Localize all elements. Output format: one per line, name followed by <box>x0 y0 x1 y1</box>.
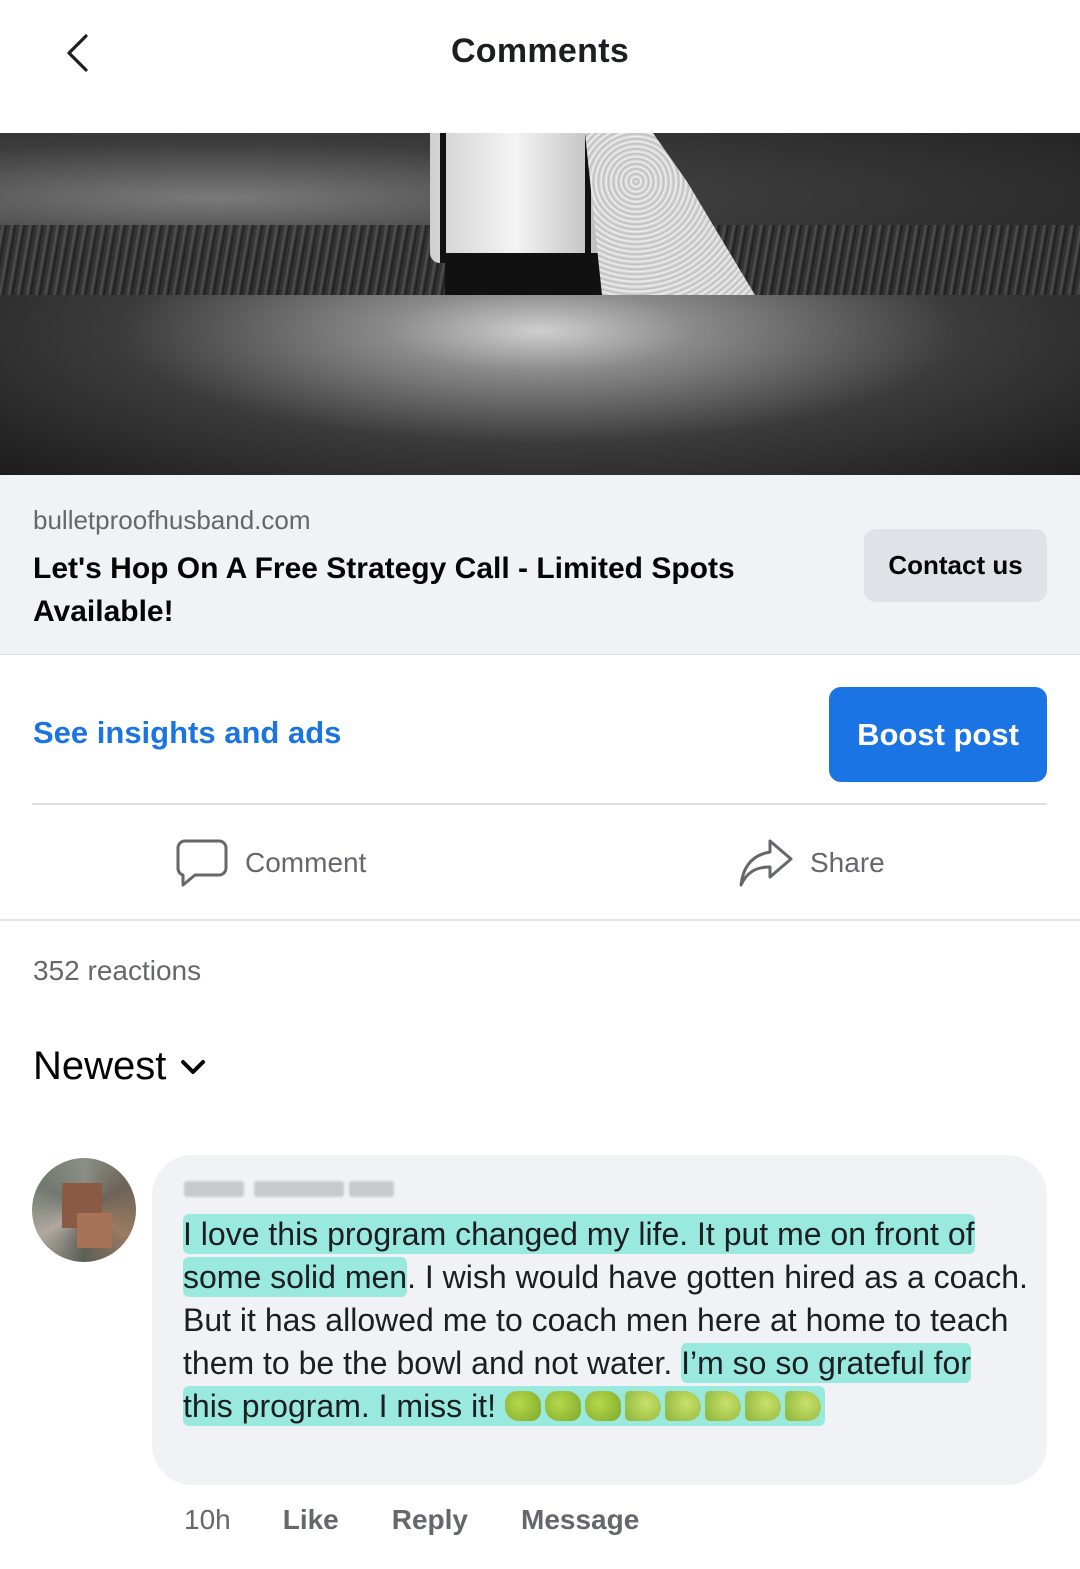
comment-author-redacted[interactable] <box>184 1173 394 1203</box>
flexed-biceps-emoji-icon <box>744 1391 781 1421</box>
reactions-count[interactable]: 352 reactions <box>33 955 201 987</box>
link-title: Let's Hop On A Free Strategy Call - Limi… <box>33 552 735 628</box>
flexed-biceps-emoji-icon <box>704 1391 741 1421</box>
sort-label: Newest <box>33 1044 167 1088</box>
boost-post-button[interactable]: Boost post <box>829 687 1047 782</box>
contact-us-button[interactable]: Contact us <box>864 529 1047 602</box>
flexed-fist-emoji-icon <box>544 1391 581 1421</box>
comment-label: Comment <box>245 847 367 878</box>
see-insights-link[interactable]: See insights and ads <box>33 715 341 751</box>
flexed-biceps-emoji-icon <box>784 1391 821 1421</box>
post-image[interactable] <box>0 133 1080 475</box>
message-button[interactable]: Message <box>521 1504 639 1536</box>
insights-row: See insights and ads Boost post <box>0 655 1080 803</box>
page-title: Comments <box>450 32 630 70</box>
comment-text: I love this program changed my life. It … <box>183 1213 1028 1428</box>
sort-dropdown[interactable]: Newest <box>33 1044 206 1089</box>
comment-timestamp: 10h <box>184 1504 231 1535</box>
link-domain: bulletproofhusband.com <box>33 505 311 535</box>
comment-meta-row: 10h Like Reply Message <box>184 1500 692 1540</box>
wedding-photo <box>0 133 1080 295</box>
avatar[interactable] <box>32 1158 136 1262</box>
post-actions: Comment Share <box>0 805 1080 920</box>
comment-bubble-icon <box>176 839 228 887</box>
blurred-image-region <box>0 295 1080 475</box>
top-bar: Comments <box>0 0 1080 110</box>
share-label: Share <box>810 847 885 878</box>
comment-bubble: I love this program changed my life. It … <box>152 1155 1047 1485</box>
like-button[interactable]: Like <box>283 1504 339 1536</box>
share-button[interactable]: Share <box>738 833 885 893</box>
chevron-down-icon <box>181 1059 206 1074</box>
flexed-biceps-emoji-icon <box>664 1391 701 1421</box>
share-arrow-icon <box>739 839 793 887</box>
flexed-fist-emoji-icon <box>504 1391 541 1421</box>
comment-button[interactable]: Comment <box>175 833 366 893</box>
flexed-biceps-emoji-icon <box>624 1391 661 1421</box>
flexed-fist-emoji-icon <box>584 1391 621 1421</box>
link-preview-card[interactable]: bulletproofhusband.com Let's Hop On A Fr… <box>0 475 1080 655</box>
reply-button[interactable]: Reply <box>392 1504 468 1536</box>
divider <box>0 919 1080 921</box>
